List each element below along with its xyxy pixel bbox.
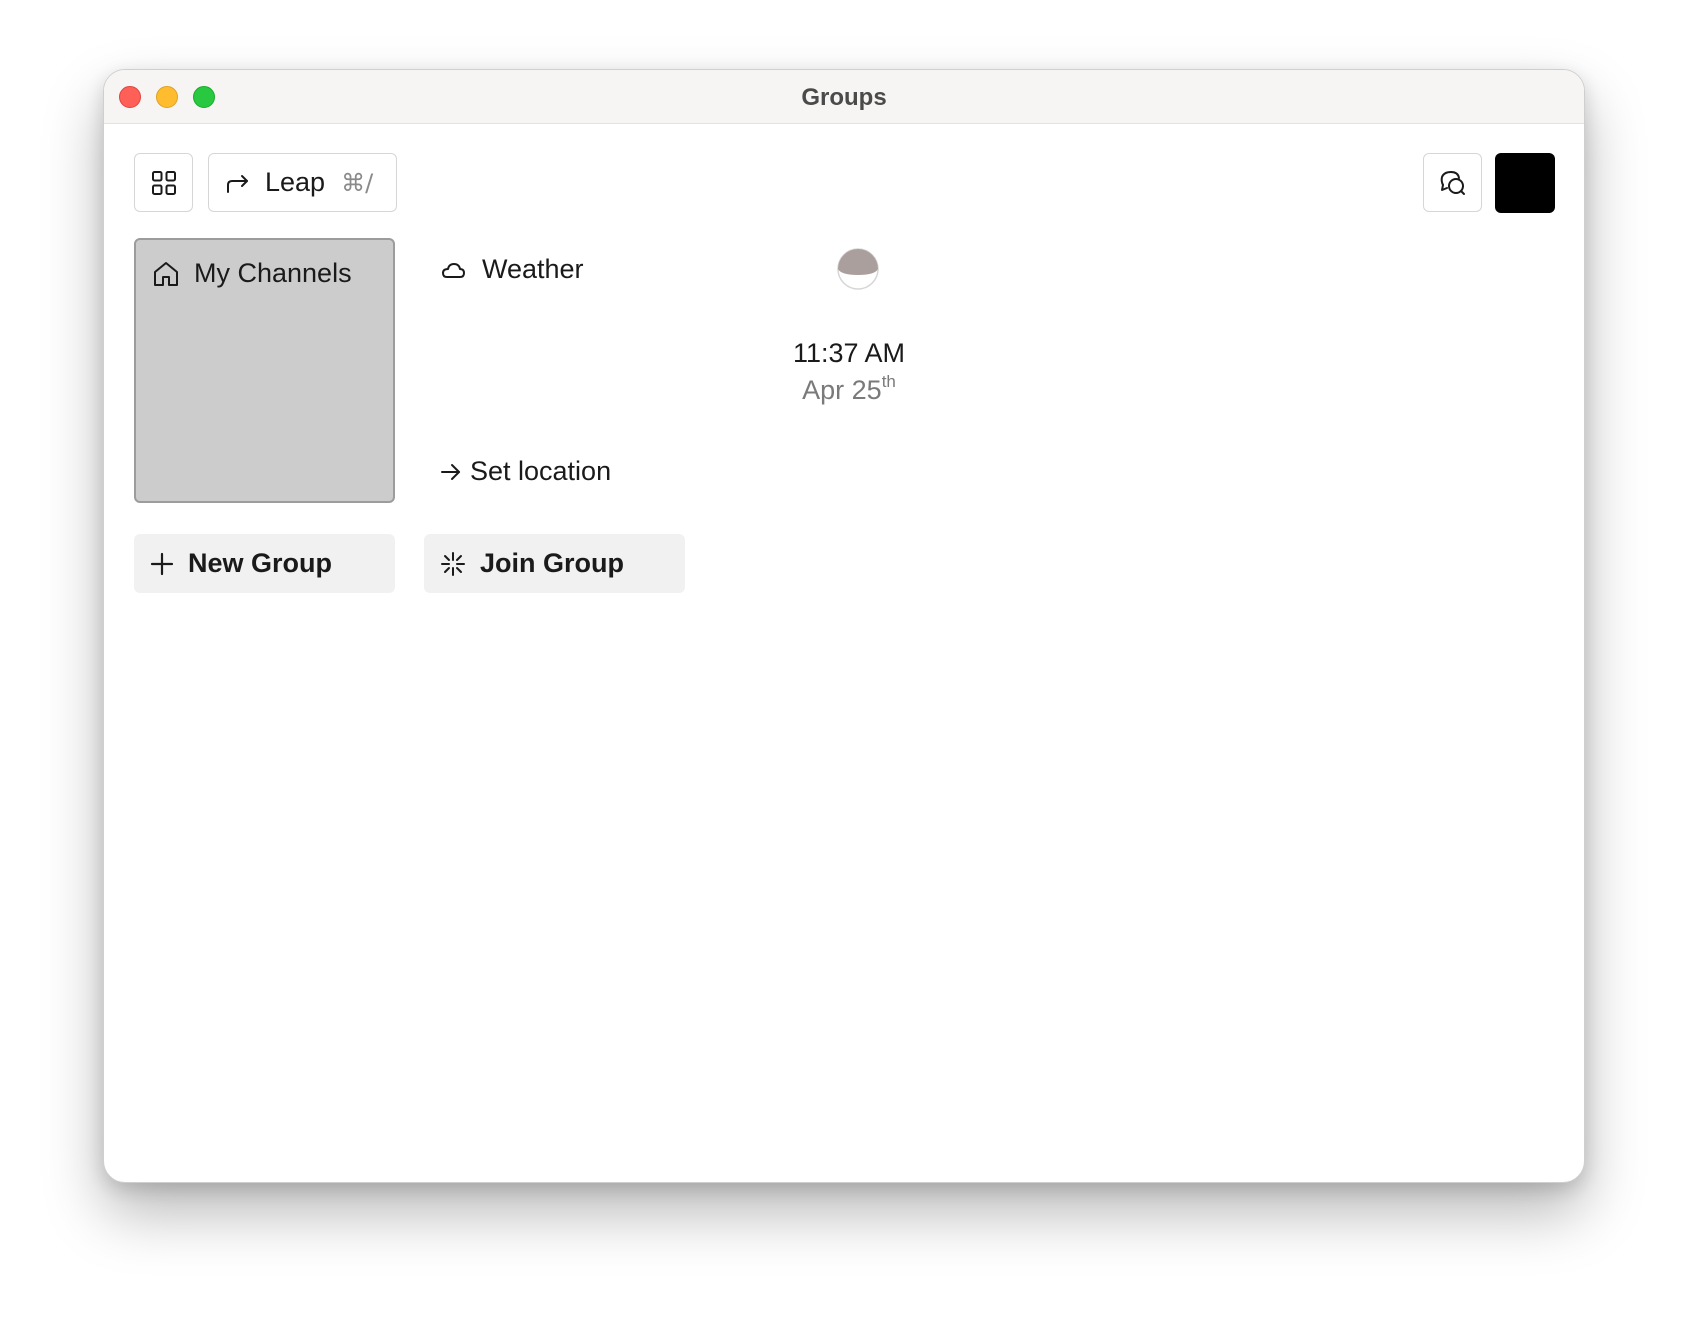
weather-header: Weather: [440, 254, 584, 285]
desktop: Groups Leap ⌘/ My Channels Weather Set l…: [0, 0, 1686, 1317]
my-channels-label: My Channels: [194, 258, 352, 288]
forward-arrow-icon: [225, 172, 251, 194]
new-group-button[interactable]: New Group: [134, 534, 395, 593]
set-location-link[interactable]: Set location: [440, 456, 611, 487]
new-group-label: New Group: [188, 548, 333, 578]
home-icon: [152, 260, 180, 288]
groups-window: Groups Leap ⌘/ My Channels Weather Set l…: [103, 69, 1585, 1183]
leap-button[interactable]: Leap ⌘/: [208, 153, 397, 212]
clock-date-suffix: th: [881, 372, 896, 391]
grid-icon: [151, 170, 177, 196]
arrow-right-icon: [440, 462, 462, 482]
clock-date-day: Apr 25: [802, 375, 882, 405]
leap-shortcut-hint: ⌘/: [341, 168, 374, 197]
set-location-label: Set location: [470, 456, 612, 486]
my-channels-tile[interactable]: My Channels: [134, 238, 395, 503]
join-group-button[interactable]: Join Group: [424, 534, 685, 593]
profile-avatar[interactable]: [1495, 153, 1555, 213]
sparkle-icon: [440, 551, 466, 577]
weather-label: Weather: [482, 254, 584, 284]
moon-phase-icon: [837, 248, 879, 290]
window-title: Groups: [801, 84, 887, 111]
chat-bubbles-icon: [1439, 169, 1467, 197]
leap-label: Leap: [265, 167, 326, 197]
weather-tile: Weather Set location: [424, 238, 684, 503]
clock-date: Apr 25th: [719, 372, 979, 406]
clock-time: 11:37 AM: [792, 338, 906, 368]
messages-button[interactable]: [1423, 153, 1482, 212]
main-content: Leap ⌘/ My Channels Weather Set location…: [104, 124, 1584, 1182]
clock-tile: 11:37 AM Apr 25th: [719, 238, 979, 503]
title-bar: Groups: [104, 70, 1584, 124]
join-group-label: Join Group: [480, 548, 624, 578]
apps-grid-button[interactable]: [134, 153, 193, 212]
plus-icon: [150, 552, 174, 576]
cloud-icon: [440, 260, 466, 280]
my-channels-header: My Channels: [152, 258, 352, 289]
